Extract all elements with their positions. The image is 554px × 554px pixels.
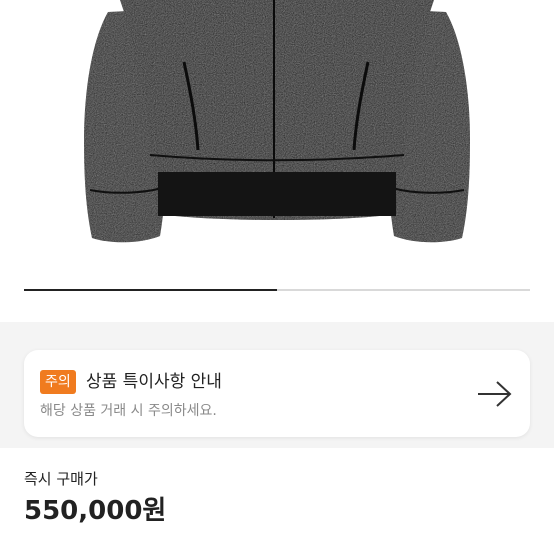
instant-buy-price-label: 즉시 구매가 — [24, 470, 98, 488]
instant-buy-price: 550,000원 — [24, 496, 167, 526]
caution-badge: 주의 — [40, 370, 76, 394]
arrow-right-icon[interactable] — [476, 379, 514, 409]
notice-card[interactable]: 주의 상품 특이사항 안내 해당 상품 거래 시 주의하세요. — [24, 350, 530, 437]
gallery-progress-fill — [24, 289, 277, 291]
product-photo — [84, 0, 470, 243]
gallery-progress-bar — [24, 289, 530, 291]
notice-subtitle: 해당 상품 거래 시 주의하세요. — [40, 403, 217, 419]
product-image-gallery[interactable] — [0, 0, 554, 288]
notice-title: 상품 특이사항 안내 — [86, 372, 222, 392]
